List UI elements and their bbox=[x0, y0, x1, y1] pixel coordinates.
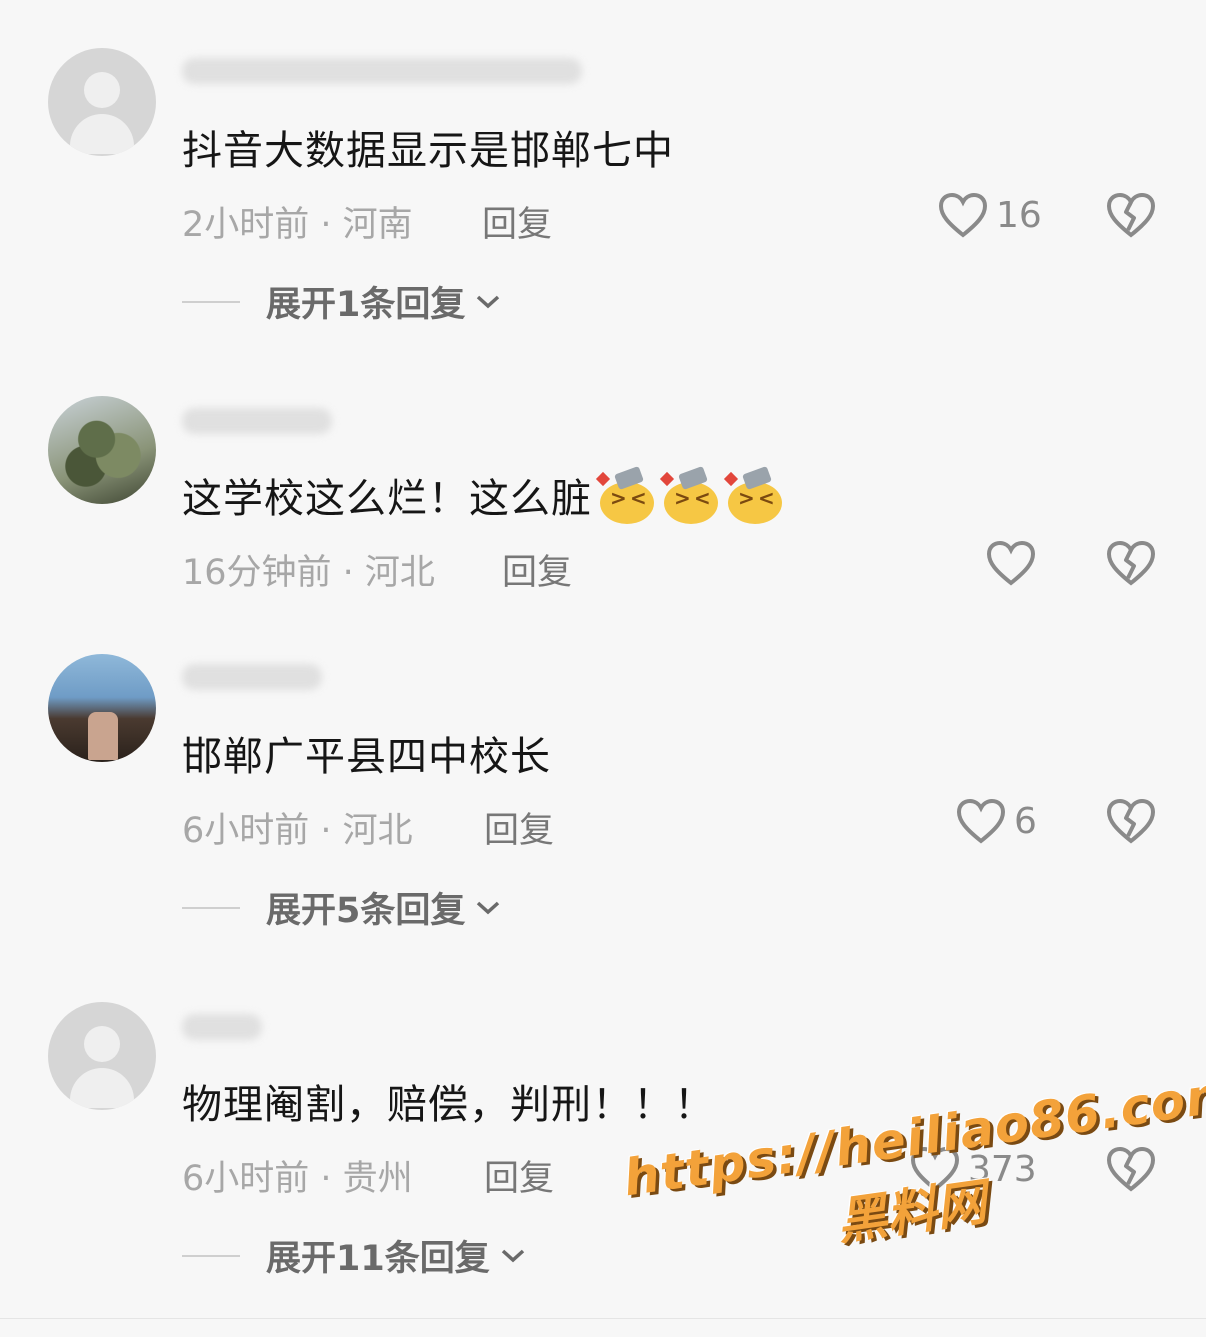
avatar[interactable] bbox=[48, 654, 156, 762]
hammer-head-emoji-icon bbox=[659, 466, 720, 524]
chevron-down-icon bbox=[501, 1249, 524, 1262]
like-button[interactable]: 16 bbox=[938, 192, 1042, 238]
comment-text: 邯郸广平县四中校长 bbox=[182, 734, 551, 780]
like-button[interactable] bbox=[986, 540, 1036, 586]
broken-heart-icon bbox=[1106, 192, 1156, 238]
chevron-down-icon bbox=[477, 901, 500, 914]
comment-meta: 2小时前 · 河南 bbox=[182, 205, 413, 245]
reply-button[interactable]: 回复 bbox=[482, 196, 552, 247]
avatar[interactable] bbox=[48, 1002, 156, 1110]
comment-meta: 6小时前 · 贵州 bbox=[182, 1159, 413, 1199]
comment-meta: 16分钟前 · 河北 bbox=[182, 553, 435, 593]
avatar[interactable] bbox=[48, 48, 156, 156]
expand-replies-label: 展开5条回复 bbox=[266, 891, 466, 931]
username-blurred[interactable] bbox=[182, 58, 582, 84]
comment-text: 抖音大数据显示是邯郸七中 bbox=[182, 128, 674, 174]
heart-outline-icon bbox=[956, 798, 1006, 844]
expand-replies-label: 展开11条回复 bbox=[266, 1239, 490, 1279]
comment-text: 这学校这么烂！这么脏 bbox=[182, 466, 784, 524]
username-blurred[interactable] bbox=[182, 408, 332, 434]
dislike-button[interactable] bbox=[1106, 540, 1156, 590]
reply-button[interactable]: 回复 bbox=[484, 802, 554, 853]
like-count: 6 bbox=[1014, 800, 1037, 842]
dislike-button[interactable] bbox=[1106, 798, 1156, 848]
heart-outline-icon bbox=[938, 192, 988, 238]
dislike-button[interactable] bbox=[1106, 192, 1156, 242]
like-button[interactable]: 6 bbox=[956, 798, 1037, 844]
like-count: 16 bbox=[996, 194, 1042, 236]
heart-outline-icon bbox=[986, 540, 1036, 586]
chevron-down-icon bbox=[477, 295, 500, 308]
avatar[interactable] bbox=[48, 396, 156, 504]
expand-replies-button[interactable]: 展开1条回复 bbox=[182, 276, 501, 327]
hammer-head-emoji-icon bbox=[595, 466, 656, 524]
reply-button[interactable]: 回复 bbox=[502, 544, 572, 595]
broken-heart-icon bbox=[1106, 540, 1156, 586]
reply-button[interactable]: 回复 bbox=[484, 1150, 554, 1201]
comment-text: 物理阉割，赔偿，判刑！！！ bbox=[182, 1082, 715, 1128]
comment-text-content: 这学校这么烂！这么脏 bbox=[182, 476, 592, 522]
comment-meta: 6小时前 · 河北 bbox=[182, 811, 413, 851]
broken-heart-icon bbox=[1106, 798, 1156, 844]
hammer-head-emoji-icon bbox=[723, 466, 784, 524]
username-blurred[interactable] bbox=[182, 664, 322, 690]
divider bbox=[182, 300, 240, 303]
expand-replies-label: 展开1条回复 bbox=[266, 285, 466, 325]
expand-replies-button[interactable]: 展开5条回复 bbox=[182, 882, 501, 933]
divider bbox=[182, 1254, 240, 1257]
divider bbox=[182, 906, 240, 909]
divider bbox=[0, 1318, 1206, 1319]
expand-replies-button[interactable]: 展开11条回复 bbox=[182, 1230, 526, 1281]
username-blurred[interactable] bbox=[182, 1014, 262, 1040]
